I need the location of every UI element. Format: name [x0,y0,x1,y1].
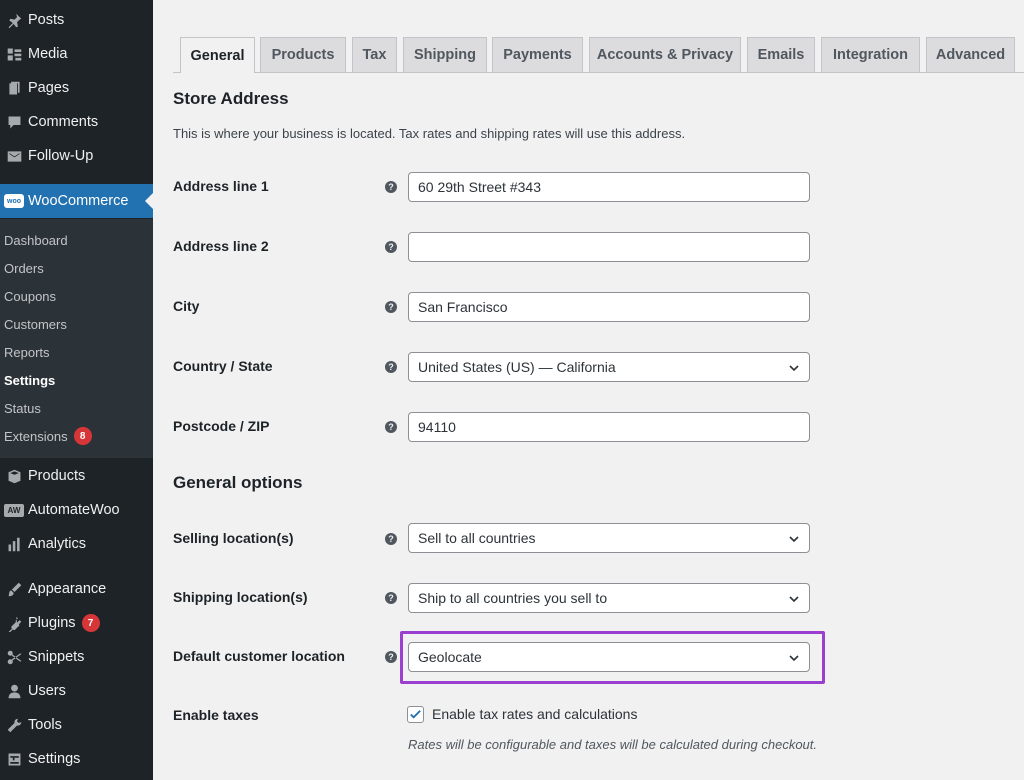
sidebar-item-settings[interactable]: Settings [0,742,153,776]
sidebar-item-media[interactable]: Media [0,37,153,71]
enable-taxes-checkbox-label[interactable]: Enable tax rates and calculations [432,706,637,722]
country-state-label: Country / State [173,358,273,374]
tab-accounts-privacy[interactable]: Accounts & Privacy [589,37,741,72]
sidebar-item-tools[interactable]: Tools [0,708,153,742]
bar-chart-icon [0,536,28,553]
comments-icon [0,114,28,131]
tab-shipping[interactable]: Shipping [403,37,487,72]
tab-advanced[interactable]: Advanced [926,37,1015,72]
tab-integration[interactable]: Integration [821,37,920,72]
city-input[interactable] [408,292,810,322]
sidebar-item-automatewoo[interactable]: AW AutomateWoo [0,493,153,527]
tab-general[interactable]: General [180,37,255,73]
chevron-down-icon [788,361,800,373]
sidebar-item-appearance[interactable]: Appearance [0,572,153,606]
help-icon[interactable]: ? [385,301,397,313]
help-icon[interactable]: ? [385,651,397,663]
chevron-down-icon [788,592,800,604]
address-line-2-input[interactable] [408,232,810,262]
plug-icon [0,615,28,632]
sidebar-item-woocommerce[interactable]: woo WooCommerce [0,184,153,218]
sidebar-item-posts[interactable]: Posts [0,3,153,37]
plugins-count-badge: 7 [81,614,100,632]
extensions-count-badge: 8 [73,427,92,445]
woocommerce-icon: woo [0,194,28,208]
settings-icon [0,751,28,768]
pin-icon [0,12,28,29]
sidebar-item-snippets[interactable]: Snippets [0,640,153,674]
sidebar-item-pages[interactable]: Pages [0,71,153,105]
aw-icon: AW [0,503,28,517]
tab-divider [173,72,1024,73]
help-icon[interactable]: ? [385,181,397,193]
selling-locations-label: Selling location(s) [173,530,294,546]
mail-icon [0,148,28,165]
chevron-down-icon [788,651,800,663]
city-label: City [173,298,200,314]
postcode-label: Postcode / ZIP [173,418,270,434]
submenu-item-dashboard[interactable]: Dashboard [4,230,68,250]
sidebar-item-analytics[interactable]: Analytics [0,527,153,561]
woocommerce-submenu: Dashboard Orders Coupons Customers Repor… [0,219,153,458]
default-customer-location-select[interactable]: Geolocate [408,642,810,672]
help-icon[interactable]: ? [385,533,397,545]
shipping-locations-select[interactable]: Ship to all countries you sell to [408,583,810,613]
tab-tax[interactable]: Tax [352,37,397,72]
sidebar-item-comments[interactable]: Comments [0,105,153,139]
address-line-2-label: Address line 2 [173,238,269,254]
address-line-1-label: Address line 1 [173,178,269,194]
box-icon [0,468,28,485]
current-menu-arrow [145,193,153,209]
submenu-item-reports[interactable]: Reports [4,342,50,362]
wrench-icon [0,717,28,734]
help-icon[interactable]: ? [385,361,397,373]
store-address-heading: Store Address [173,89,289,108]
enable-taxes-checkbox[interactable] [407,706,424,723]
submenu-item-orders[interactable]: Orders [4,258,44,278]
submenu-item-coupons[interactable]: Coupons [4,286,56,306]
checkmark-icon [410,710,421,719]
store-address-description: This is where your business is located. … [173,126,686,141]
country-state-select[interactable]: United States (US) — California [408,352,810,382]
user-icon [0,683,28,700]
default-customer-location-label: Default customer location [173,648,345,664]
submenu-item-customers[interactable]: Customers [4,314,67,334]
sidebar-item-follow-up[interactable]: Follow-Up [0,139,153,173]
general-options-heading: General options [173,473,303,492]
tab-emails[interactable]: Emails [747,37,815,72]
help-icon[interactable]: ? [385,241,397,253]
selling-locations-select[interactable]: Sell to all countries [408,523,810,553]
media-icon [0,46,28,63]
enable-taxes-note: Rates will be configurable and taxes wil… [408,737,818,752]
tab-products[interactable]: Products [260,37,346,72]
sidebar-item-plugins[interactable]: Plugins 7 [0,606,153,640]
tab-payments[interactable]: Payments [492,37,583,72]
pages-icon [0,80,28,97]
postcode-input[interactable] [408,412,810,442]
help-icon[interactable]: ? [385,592,397,604]
scissors-icon [0,649,28,666]
sidebar-item-products[interactable]: Products [0,459,153,493]
address-line-1-input[interactable] [408,172,810,202]
sidebar-item-users[interactable]: Users [0,674,153,708]
help-icon[interactable]: ? [385,421,397,433]
submenu-item-extensions[interactable]: Extensions 8 [4,426,92,446]
enable-taxes-label: Enable taxes [173,707,259,723]
submenu-item-status[interactable]: Status [4,398,41,418]
shipping-locations-label: Shipping location(s) [173,589,308,605]
submenu-item-settings[interactable]: Settings [4,370,55,390]
admin-sidebar: Posts Media Pages Comments Follow-Up woo… [0,0,153,780]
chevron-down-icon [788,532,800,544]
paintbrush-icon [0,581,28,598]
